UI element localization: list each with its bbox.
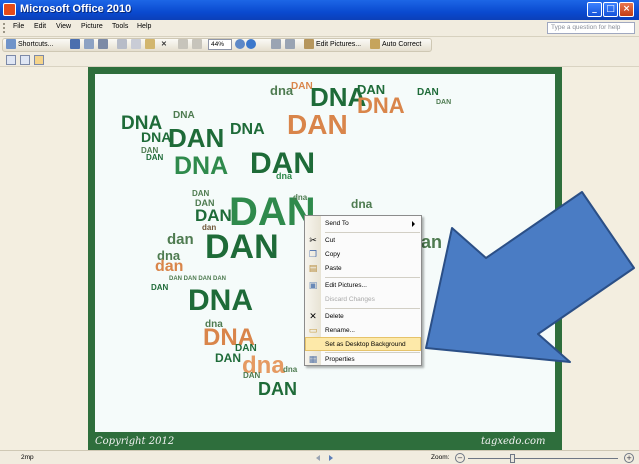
rotate-right-icon[interactable] — [285, 39, 295, 49]
scissors-icon: ✂ — [309, 236, 317, 246]
menu-separator — [325, 232, 420, 233]
image-size-label: 2mp — [21, 454, 34, 461]
menu-item-label: Delete — [325, 313, 344, 320]
menu-grip — [3, 23, 6, 33]
help-icon[interactable] — [246, 39, 256, 49]
undo-icon[interactable] — [178, 39, 188, 49]
delete-x-icon: ✕ — [309, 312, 317, 322]
submenu-arrow-icon — [412, 221, 415, 227]
view-toolbar — [0, 53, 639, 67]
delete-icon[interactable]: ✕ — [161, 39, 167, 50]
menu-bar: File Edit View Picture Tools Help Type a… — [0, 20, 639, 37]
next-image-icon[interactable] — [329, 455, 333, 461]
zoom-in-icon[interactable]: + — [624, 453, 634, 463]
menu-view[interactable]: View — [56, 23, 71, 30]
context-menu: Send To ✂ Cut ❐ Copy ▤ Paste ▣ Edit Pict… — [304, 215, 422, 366]
menu-item-edit-pictures[interactable]: ▣ Edit Pictures... — [305, 279, 421, 293]
menu-help[interactable]: Help — [137, 23, 151, 30]
maximize-button[interactable]: □ — [603, 2, 618, 17]
shortcuts-icon — [6, 39, 16, 49]
menu-item-label: Copy — [325, 251, 341, 258]
single-view-icon[interactable] — [34, 55, 44, 65]
watermark-text: tagxedo.com — [481, 436, 546, 447]
menu-item-label: Paste — [325, 265, 342, 272]
zoom-slider-track[interactable] — [468, 458, 618, 459]
menu-edit[interactable]: Edit — [34, 23, 46, 30]
zoom-slider-thumb[interactable] — [510, 454, 515, 463]
print-icon[interactable] — [84, 39, 94, 49]
menu-item-label: Properties — [325, 356, 355, 363]
menu-item-label: Edit Pictures... — [325, 282, 367, 289]
status-bar: 2mp Zoom: − + — [0, 450, 639, 464]
rotate-left-icon[interactable] — [271, 39, 281, 49]
window-title: Microsoft Office 2010 — [20, 3, 132, 15]
standard-toolbar: Shortcuts... ✕ 44% Edit Pictures... Auto… — [0, 37, 639, 53]
thumbnail-view-icon[interactable] — [6, 55, 16, 65]
menu-separator — [325, 308, 420, 309]
menu-file[interactable]: File — [13, 23, 24, 30]
auto-correct-icon — [370, 39, 380, 49]
edit-pictures-icon — [304, 39, 314, 49]
zoom-in-icon[interactable] — [235, 39, 245, 49]
copyright-text: Copyright 2012 — [95, 436, 175, 447]
zoom-label: Zoom: — [431, 454, 450, 461]
app-icon — [3, 3, 16, 16]
menu-picture[interactable]: Picture — [81, 23, 103, 30]
edit-pictures-icon: ▣ — [308, 281, 318, 291]
redo-icon[interactable] — [192, 39, 202, 49]
properties-icon: ▦ — [308, 355, 318, 365]
menu-item-set-desktop-background[interactable]: Set as Desktop Background — [305, 337, 421, 351]
title-bar: Microsoft Office 2010 _ □ × — [0, 0, 639, 20]
paste-icon[interactable] — [145, 39, 155, 49]
menu-item-label: Discard Changes — [325, 296, 375, 303]
zoom-out-icon[interactable]: − — [455, 453, 465, 463]
menu-separator — [325, 277, 420, 278]
menu-item-rename[interactable]: ▭ Rename... — [305, 324, 421, 338]
shortcuts-button[interactable]: Shortcuts... — [18, 39, 53, 50]
menu-tools[interactable]: Tools — [112, 23, 128, 30]
menu-item-paste[interactable]: ▤ Paste — [305, 262, 421, 276]
cut-icon[interactable] — [117, 39, 127, 49]
menu-item-label: Set as Desktop Background — [325, 341, 406, 348]
menu-item-copy[interactable]: ❐ Copy — [305, 248, 421, 262]
paste-icon: ▤ — [308, 264, 318, 274]
rename-icon: ▭ — [308, 326, 318, 336]
menu-item-send-to[interactable]: Send To — [305, 217, 421, 231]
menu-item-discard-changes[interactable]: Discard Changes — [305, 293, 421, 307]
menu-item-label: Cut — [325, 237, 336, 244]
minimize-button[interactable]: _ — [587, 2, 602, 17]
save-icon[interactable] — [70, 39, 80, 49]
pointer-arrow-icon — [425, 191, 635, 363]
email-icon[interactable] — [98, 39, 108, 49]
menu-item-label: Rename... — [325, 327, 355, 334]
menu-item-cut[interactable]: ✂ Cut — [305, 234, 421, 248]
filmstrip-view-icon[interactable] — [20, 55, 30, 65]
copy-icon[interactable] — [131, 39, 141, 49]
menu-item-delete[interactable]: ✕ Delete — [305, 310, 421, 324]
help-search-input[interactable]: Type a question for help — [547, 22, 635, 34]
previous-image-icon[interactable] — [316, 455, 320, 461]
copy-icon: ❐ — [308, 250, 318, 260]
edit-pictures-button[interactable]: Edit Pictures... — [316, 39, 361, 50]
menu-item-properties[interactable]: ▦ Properties — [305, 353, 421, 367]
auto-correct-button[interactable]: Auto Correct — [382, 39, 421, 50]
menu-item-label: Send To — [325, 220, 349, 227]
zoom-select[interactable]: 44% — [208, 39, 232, 50]
close-button[interactable]: × — [619, 2, 634, 17]
